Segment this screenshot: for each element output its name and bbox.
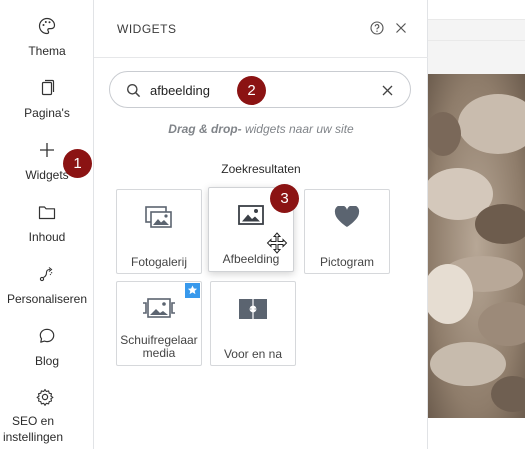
folder-icon bbox=[38, 206, 56, 220]
clear-search-icon[interactable] bbox=[382, 85, 393, 96]
sidebar-item-label: Blog bbox=[34, 354, 60, 368]
before-after-icon bbox=[239, 299, 267, 319]
results-title: Zoekresultaten bbox=[221, 162, 301, 176]
image-icon bbox=[238, 205, 264, 225]
sidebar-item-paginas[interactable]: Pagina's bbox=[0, 78, 94, 120]
media-slider-icon bbox=[143, 298, 175, 318]
help-icon[interactable] bbox=[370, 21, 384, 35]
chat-bubble-icon bbox=[39, 328, 55, 343]
tile-label: Schuifregelaar media bbox=[120, 333, 198, 360]
step-badge-1: 1 bbox=[63, 149, 92, 178]
close-icon[interactable] bbox=[395, 22, 407, 34]
gear-icon bbox=[36, 388, 54, 406]
sidebar-item-blog[interactable]: Blog bbox=[0, 326, 94, 368]
panel-title: WIDGETS bbox=[117, 22, 177, 36]
heart-icon bbox=[334, 206, 360, 227]
tile-label: Pictogram bbox=[319, 255, 375, 269]
widget-tile-schuifregelaar-media[interactable]: Schuifregelaar media bbox=[116, 281, 202, 366]
canvas-top-bar bbox=[428, 0, 525, 20]
move-cursor-icon bbox=[266, 232, 288, 254]
sidebar-item-label: Pagina's bbox=[24, 106, 70, 120]
widget-tile-voor-en-na[interactable]: Voor en na bbox=[210, 281, 296, 366]
sidebar-item-label: Personaliseren bbox=[6, 292, 88, 306]
tile-label: Fotogalerij bbox=[130, 255, 188, 269]
widget-tile-fotogalerij[interactable]: Fotogalerij bbox=[116, 189, 202, 274]
palette-icon bbox=[38, 17, 56, 35]
tile-label: Afbeelding bbox=[222, 252, 280, 266]
drag-drop-hint: Drag & drop- widgets naar uw site bbox=[94, 122, 428, 136]
pages-icon bbox=[41, 79, 55, 96]
hint-rest: widgets naar uw site bbox=[241, 122, 354, 136]
plus-icon bbox=[40, 143, 54, 157]
left-sidebar: Thema Pagina's Widgets Inhoud Personalis… bbox=[0, 0, 94, 449]
hint-bold: Drag & drop- bbox=[168, 122, 242, 136]
sidebar-item-label: SEO en instellingen bbox=[2, 414, 64, 444]
sidebar-item-inhoud[interactable]: Inhoud bbox=[0, 202, 94, 244]
canvas-bottom-strip bbox=[428, 418, 525, 449]
photo-gallery-icon bbox=[145, 206, 172, 228]
site-canvas bbox=[428, 0, 525, 449]
sidebar-item-label: Thema bbox=[28, 44, 66, 58]
canvas-photo bbox=[428, 74, 525, 418]
sidebar-item-personaliseren[interactable]: Personaliseren bbox=[0, 264, 94, 306]
search-icon bbox=[127, 84, 141, 98]
step-badge-3: 3 bbox=[270, 184, 299, 213]
widget-tile-pictogram[interactable]: Pictogram bbox=[304, 189, 390, 274]
sidebar-item-thema[interactable]: Thema bbox=[0, 16, 94, 58]
step-badge-2: 2 bbox=[237, 76, 266, 105]
widgets-panel: WIDGETS 2 Drag & drop- widgets naar uw s… bbox=[94, 0, 428, 449]
sidebar-item-seo[interactable]: SEO en instellingen bbox=[0, 387, 80, 445]
tile-label: Voor en na bbox=[223, 347, 283, 361]
canvas-divider bbox=[428, 40, 525, 41]
sidebar-item-label: Inhoud bbox=[28, 230, 66, 244]
premium-star-badge bbox=[185, 283, 200, 298]
personalize-icon bbox=[39, 267, 53, 282]
panel-header: WIDGETS bbox=[94, 0, 428, 58]
star-icon bbox=[187, 285, 198, 295]
